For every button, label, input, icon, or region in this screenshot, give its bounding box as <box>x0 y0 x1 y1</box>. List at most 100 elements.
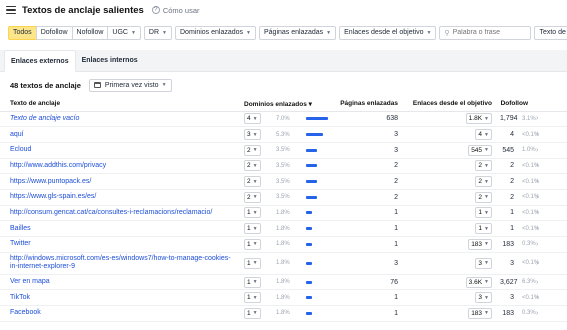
links-dropdown[interactable]: 1.8K ▼ <box>465 113 492 125</box>
expand-arrow-icon[interactable]: › <box>532 126 567 143</box>
domains-dropdown[interactable]: 1 ▼ <box>244 292 261 304</box>
domains-bar-cell <box>302 111 332 128</box>
search-input[interactable] <box>452 29 523 36</box>
expand-arrow-icon[interactable]: › <box>532 158 567 175</box>
expand-arrow-icon[interactable]: › <box>532 289 567 307</box>
domains-dropdown[interactable]: 1 ▼ <box>244 207 261 219</box>
domains-bar <box>306 261 328 265</box>
chevron-down-icon: ▼ <box>252 260 258 267</box>
links-from-target-cell: 2 ▼ <box>402 189 496 206</box>
anchor-text-link[interactable]: Ver en mapa <box>0 274 240 291</box>
linked-pages-dropdown[interactable]: Páginas enlazadas ▼ <box>259 25 337 40</box>
table-row: aquí 3 ▼ 5.3% 3 4 ▼ 4 <0.1% › <box>0 126 567 143</box>
links-value: 3 <box>478 294 483 302</box>
links-dropdown[interactable]: 545 ▼ <box>468 144 492 156</box>
first-seen-dropdown[interactable]: Primera vez visto ▼ <box>88 78 172 92</box>
links-value: 1 <box>478 225 483 233</box>
col-links-from-target[interactable]: Enlaces desde el objetivo <box>402 97 496 112</box>
tab-external-links[interactable]: Enlaces externos <box>4 50 76 72</box>
dofollow-value: 2 <box>496 189 518 206</box>
links-dropdown[interactable]: 3.6K ▼ <box>465 276 492 288</box>
expand-arrow-icon[interactable]: › <box>532 142 567 159</box>
table-row: Ver en mapa 1 ▼ 1.8% 76 3.6K ▼ 3,627 6.3% › <box>0 274 567 291</box>
anchor-text-filter[interactable]: Texto de ancla <box>534 25 567 40</box>
filter-ugc[interactable]: UGC ▼ <box>107 25 141 40</box>
help-label: Cómo usar <box>162 5 200 15</box>
chevron-down-icon: ▼ <box>484 310 489 317</box>
dofollow-percent: 0.3% <box>518 305 536 322</box>
domains-dropdown[interactable]: 2 ▼ <box>244 160 261 172</box>
linked-pages-value: 1 <box>332 205 402 222</box>
domains-dropdown[interactable]: 2 ▼ <box>244 176 261 188</box>
col-linking-domains[interactable]: Dominios enlazados ▾ <box>240 97 332 112</box>
links-dropdown[interactable]: 3 ▼ <box>475 292 492 304</box>
filter-nofollow[interactable]: Nofollow <box>71 25 109 40</box>
menu-icon[interactable] <box>6 6 16 14</box>
anchor-text-link[interactable]: Twitter <box>0 236 240 253</box>
domains-dropdown[interactable]: 4 ▼ <box>244 113 261 125</box>
page-header: Textos de anclaje salientes ? Cómo usar <box>0 0 567 20</box>
links-dropdown[interactable]: 183 ▼ <box>468 238 492 250</box>
linked-pages-value: 3 <box>332 252 402 275</box>
col-anchor-text[interactable]: Texto de anclaje <box>0 97 240 112</box>
filter-all[interactable]: Todos <box>8 25 37 40</box>
tab-internal-links[interactable]: Enlaces internos <box>76 49 144 71</box>
expand-arrow-icon[interactable]: › <box>532 220 567 237</box>
linking-domains-dropdown[interactable]: Dominios enlazados ▼ <box>175 25 256 40</box>
links-dropdown[interactable]: 2 ▼ <box>475 191 492 203</box>
col-dofollow[interactable]: Dofollow <box>496 97 533 112</box>
search-field[interactable]: ⚲ <box>439 25 532 40</box>
anchor-text-link[interactable]: Texto de anclaje vacío <box>0 111 240 128</box>
anchor-text-link[interactable]: https://www.puntopack.es/ <box>0 173 240 190</box>
expand-arrow-icon[interactable]: › <box>532 252 567 275</box>
domains-dropdown[interactable]: 1 ▼ <box>244 257 261 269</box>
table-row: http://www.addthis.com/privacy 2 ▼ 3.5% 2 2 ▼ 2… <box>0 158 567 175</box>
domains-dropdown[interactable]: 2 ▼ <box>244 144 261 156</box>
links-dropdown[interactable]: 1 ▼ <box>475 207 492 219</box>
anchor-text-link[interactable]: Ecloud <box>0 142 240 159</box>
links-dropdown[interactable]: 3 ▼ <box>475 257 492 269</box>
expand-arrow-icon[interactable]: › <box>532 173 567 190</box>
domains-bar-fill <box>306 195 317 199</box>
dofollow-percent: <0.1% <box>518 289 539 307</box>
chevron-down-icon: ▼ <box>161 82 167 88</box>
domains-dropdown[interactable]: 1 ▼ <box>244 223 261 235</box>
expand-arrow-icon[interactable]: › <box>532 189 567 206</box>
anchor-text-link[interactable]: http://www.addthis.com/privacy <box>0 158 240 175</box>
domains-dropdown[interactable]: 3 ▼ <box>244 129 261 141</box>
links-from-target-dropdown[interactable]: Enlaces desde el objetivo ▼ <box>339 25 437 40</box>
domains-dropdown[interactable]: 2 ▼ <box>244 191 261 203</box>
anchor-text-link[interactable]: aquí <box>0 126 240 143</box>
anchor-text-link[interactable]: http://consum.gencat.cat/ca/consultes-i-… <box>0 205 240 222</box>
domains-percent: 5.3% <box>272 126 302 143</box>
expand-arrow-icon[interactable]: › <box>532 274 567 291</box>
domains-dropdown[interactable]: 1 ▼ <box>244 238 261 250</box>
dofollow-value: 183 <box>496 236 518 253</box>
links-dropdown[interactable]: 1 ▼ <box>475 223 492 235</box>
domains-bar-cell <box>302 189 332 206</box>
expand-arrow-icon[interactable]: › <box>532 111 567 128</box>
domains-dropdown[interactable]: 1 ▼ <box>244 276 261 288</box>
chevron-down-icon: ▼ <box>130 29 136 36</box>
expand-arrow-icon[interactable]: › <box>532 205 567 222</box>
dofollow-percent: <0.1% <box>518 189 539 206</box>
links-dropdown[interactable]: 2 ▼ <box>475 160 492 172</box>
anchor-text-link[interactable]: http://windows.microsoft.com/es-es/windo… <box>0 252 240 275</box>
col-linked-pages[interactable]: Páginas enlazadas <box>332 97 402 112</box>
links-dropdown[interactable]: 4 ▼ <box>475 129 492 141</box>
anchor-text-link[interactable]: Facebook <box>0 305 240 322</box>
anchor-text-link[interactable]: Bailles <box>0 220 240 237</box>
expand-arrow-icon[interactable]: › <box>532 305 567 322</box>
anchor-text-link[interactable]: TikTok <box>0 289 240 307</box>
help-link[interactable]: ? Cómo usar <box>151 5 200 15</box>
links-dropdown[interactable]: 183 ▼ <box>468 307 492 319</box>
anchor-text-link[interactable]: https://www.gls-spain.es/es/ <box>0 189 240 206</box>
domains-dropdown[interactable]: 1 ▼ <box>244 307 261 319</box>
dofollow-percent: 3.1% <box>518 111 536 128</box>
filter-dofollow[interactable]: Dofollow <box>35 25 73 40</box>
links-dropdown[interactable]: 2 ▼ <box>475 176 492 188</box>
domains-value: 1 <box>247 309 251 317</box>
dr-dropdown[interactable]: DR ▼ <box>143 25 172 40</box>
chevron-down-icon: ▼ <box>246 29 251 36</box>
expand-arrow-icon[interactable]: › <box>532 236 567 253</box>
